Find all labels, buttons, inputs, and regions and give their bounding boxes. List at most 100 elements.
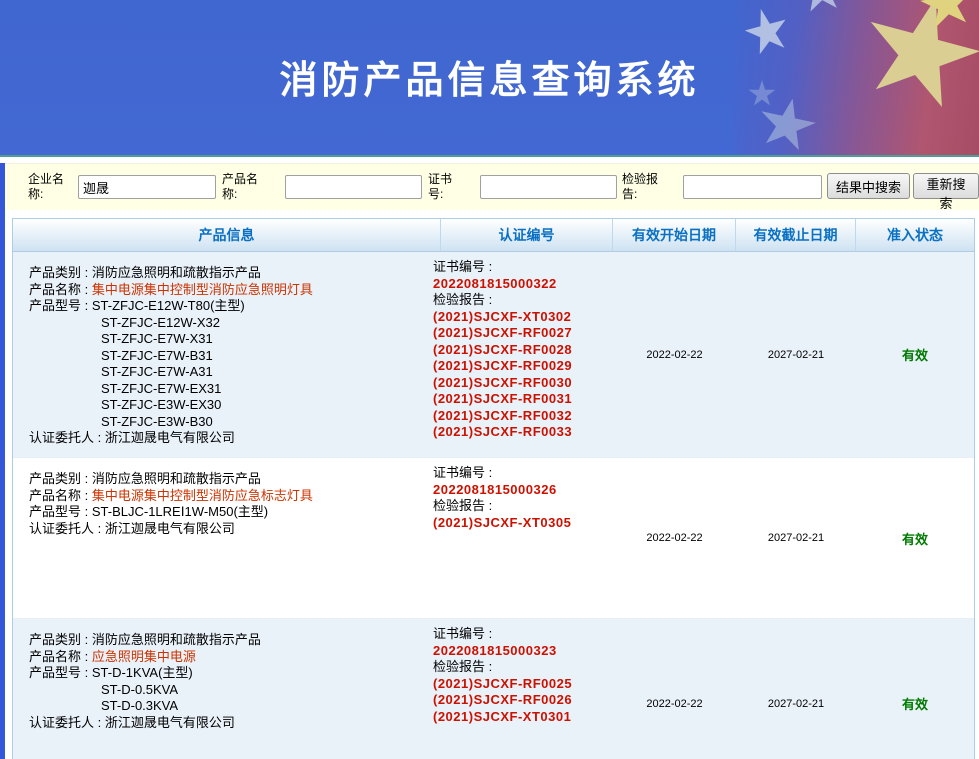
certification-cell: 证书编号 : 2022081815000323 检验报告 : (2021)SJC… [433, 626, 572, 725]
valid-start-date: 2022-02-22 [613, 252, 736, 457]
product-model: ST-ZFJC-E7W-A31 [101, 364, 313, 381]
inspection-report-number: (2021)SJCXF-XT0305 [433, 515, 571, 532]
product-model-label: 产品型号 [29, 665, 81, 680]
table-row: 产品类别 : 消防应急照明和疏散指示产品 产品名称 : 集中电源集中控制型消防应… [13, 457, 974, 618]
inspection-report-number: (2021)SJCXF-RF0028 [433, 342, 572, 359]
product-name-line: 产品名称 : 集中电源集中控制型消防应急标志灯具 [29, 488, 313, 505]
valid-end-date: 2027-02-21 [736, 252, 856, 457]
column-header-access-status: 准入状态 [856, 219, 974, 251]
product-category-value: 消防应急照明和疏散指示产品 [92, 471, 261, 486]
inspection-report-number: (2021)SJCXF-RF0029 [433, 358, 572, 375]
product-category-line: 产品类别 : 消防应急照明和疏散指示产品 [29, 632, 261, 649]
product-name-value: 应急照明集中电源 [92, 649, 196, 664]
inspection-report-list: (2021)SJCXF-XT0302(2021)SJCXF-RF0027(202… [433, 309, 572, 441]
product-name-line: 产品名称 : 集中电源集中控制型消防应急照明灯具 [29, 282, 313, 299]
inspection-report-label: 检验报告: [622, 172, 666, 202]
inspection-report-input[interactable] [683, 175, 822, 199]
cert-client-line: 认证委托人 : 浙江迦晟电气有限公司 [29, 521, 313, 538]
valid-start-date: 2022-02-22 [613, 619, 736, 759]
product-model-label: 产品型号 [29, 298, 81, 313]
search-bar: 企业名称: 产品名称: 证书号: 检验报告: 结果中搜索 重新搜索 [5, 163, 979, 210]
product-model: ST-D-0.3KVA [101, 698, 261, 715]
product-name-value: 集中电源集中控制型消防应急标志灯具 [92, 488, 313, 503]
status-badge: 有效 [856, 458, 974, 618]
inspection-report-number: (2021)SJCXF-RF0025 [433, 676, 572, 693]
product-category-label: 产品类别 [29, 471, 81, 486]
inspection-report-number: (2021)SJCXF-RF0026 [433, 692, 572, 709]
cert-client-label: 认证委托人 [29, 715, 94, 730]
table-body: 产品类别 : 消防应急照明和疏散指示产品 产品名称 : 集中电源集中控制型消防应… [13, 252, 974, 759]
column-header-valid-end-date: 有效截止日期 [736, 219, 856, 251]
product-category-value: 消防应急照明和疏散指示产品 [92, 265, 261, 280]
results-table: 产品信息 认证编号 有效开始日期 有效截止日期 准入状态 产品类别 : 消防应急… [12, 218, 975, 759]
inspection-report-number: (2021)SJCXF-XT0301 [433, 709, 572, 726]
company-name-label: 企业名称: [28, 172, 72, 202]
certificate-number-value: 2022081815000323 [433, 643, 572, 660]
product-name-label: 产品名称 [29, 649, 81, 664]
product-name-input[interactable] [285, 175, 422, 199]
product-category-value: 消防应急照明和疏散指示产品 [92, 632, 261, 647]
table-row: 产品类别 : 消防应急照明和疏散指示产品 产品名称 : 集中电源集中控制型消防应… [13, 252, 974, 457]
product-model-label: 产品型号 [29, 504, 81, 519]
product-name-line: 产品名称 : 应急照明集中电源 [29, 649, 261, 666]
product-name-label: 产品名称: [222, 172, 266, 202]
cert-client-label: 认证委托人 [29, 430, 94, 445]
status-badge: 有效 [856, 619, 974, 759]
table-row: 产品类别 : 消防应急照明和疏散指示产品 产品名称 : 应急照明集中电源 产品型… [13, 618, 974, 759]
new-search-button[interactable]: 重新搜索 [913, 173, 979, 199]
product-model: ST-ZFJC-E3W-B30 [101, 414, 313, 431]
product-model: ST-D-0.5KVA [101, 682, 261, 699]
product-info-cell: 产品类别 : 消防应急照明和疏散指示产品 产品名称 : 应急照明集中电源 产品型… [29, 632, 261, 731]
product-category-label: 产品类别 [29, 632, 81, 647]
certificate-no-input[interactable] [480, 175, 617, 199]
product-model-line: 产品型号 : ST-D-1KVA(主型) [29, 665, 261, 682]
product-model: ST-D-1KVA(主型) [92, 665, 193, 680]
left-accent-border [0, 163, 5, 759]
product-category-label: 产品类别 [29, 265, 81, 280]
product-category-line: 产品类别 : 消防应急照明和疏散指示产品 [29, 265, 313, 282]
column-header-cert-number: 认证编号 [441, 219, 613, 251]
product-model: ST-ZFJC-E7W-EX31 [101, 381, 313, 398]
column-header-product-info: 产品信息 [13, 219, 441, 251]
product-info-cell: 产品类别 : 消防应急照明和疏散指示产品 产品名称 : 集中电源集中控制型消防应… [29, 265, 313, 447]
column-header-valid-start-date: 有效开始日期 [613, 219, 736, 251]
inspection-report-number: (2021)SJCXF-RF0033 [433, 424, 572, 441]
inspection-report-list-label: 检验报告 : [433, 498, 571, 515]
cert-client-value: 浙江迦晟电气有限公司 [105, 715, 235, 730]
search-in-results-button[interactable]: 结果中搜索 [827, 173, 910, 199]
company-name-input[interactable] [78, 175, 216, 199]
certificate-number-label: 证书编号 : [433, 626, 572, 643]
product-name-label: 产品名称 [29, 282, 81, 297]
inspection-report-list: (2021)SJCXF-XT0305 [433, 515, 571, 532]
product-model: ST-ZFJC-E3W-EX30 [101, 397, 313, 414]
valid-start-date: 2022-02-22 [613, 458, 736, 618]
product-model: ST-ZFJC-E7W-B31 [101, 348, 313, 365]
certification-cell: 证书编号 : 2022081815000326 检验报告 : (2021)SJC… [433, 465, 571, 531]
inspection-report-number: (2021)SJCXF-RF0031 [433, 391, 572, 408]
status-badge: 有效 [856, 252, 974, 457]
cert-client-line: 认证委托人 : 浙江迦晟电气有限公司 [29, 715, 261, 732]
certificate-no-label: 证书号: [428, 172, 458, 202]
valid-end-date: 2027-02-21 [736, 619, 856, 759]
header-banner: 消防产品信息查询系统 [0, 0, 979, 157]
certificate-number-value: 2022081815000326 [433, 482, 571, 499]
product-model-line: 产品型号 : ST-ZFJC-E12W-T80(主型) [29, 298, 313, 315]
product-model: ST-ZFJC-E12W-T80(主型) [92, 298, 245, 313]
flag-small-star-icon [795, 0, 847, 17]
inspection-report-number: (2021)SJCXF-RF0032 [433, 408, 572, 425]
product-model: ST-ZFJC-E7W-X31 [101, 331, 313, 348]
product-model-line: 产品型号 : ST-BLJC-1LREⅠ1W-M50(主型) [29, 504, 313, 521]
product-model-list: ST-D-0.5KVAST-D-0.3KVA [29, 682, 261, 715]
page: 消防产品信息查询系统 企业名称: 产品名称: 证书号: 检验报告: 结果中搜索 … [0, 0, 979, 759]
product-info-cell: 产品类别 : 消防应急照明和疏散指示产品 产品名称 : 集中电源集中控制型消防应… [29, 471, 313, 537]
cert-client-line: 认证委托人 : 浙江迦晟电气有限公司 [29, 430, 313, 447]
inspection-report-list-label: 检验报告 : [433, 659, 572, 676]
product-name-value: 集中电源集中控制型消防应急照明灯具 [92, 282, 313, 297]
cert-client-value: 浙江迦晟电气有限公司 [105, 430, 235, 445]
valid-end-date: 2027-02-21 [736, 458, 856, 618]
product-model: ST-BLJC-1LREⅠ1W-M50(主型) [92, 504, 268, 519]
cert-client-value: 浙江迦晟电气有限公司 [105, 521, 235, 536]
product-model: ST-ZFJC-E12W-X32 [101, 315, 313, 332]
inspection-report-list-label: 检验报告 : [433, 292, 572, 309]
table-header-row: 产品信息 认证编号 有效开始日期 有效截止日期 准入状态 [13, 219, 974, 252]
